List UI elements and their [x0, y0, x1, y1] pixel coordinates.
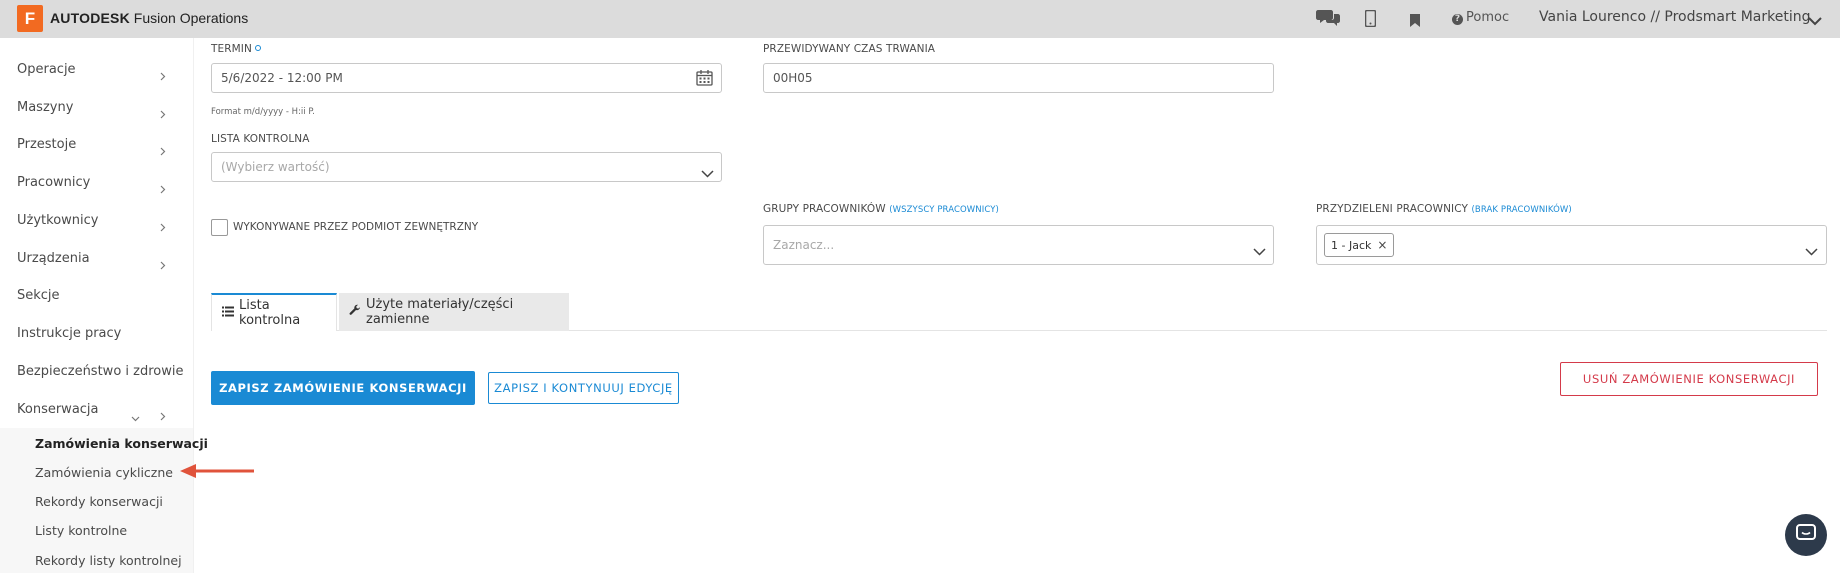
sidebar-subitem-rekordy-konserwacji[interactable]: Rekordy konserwacji [35, 494, 163, 509]
help-link[interactable]: ? Pomoc [1452, 10, 1509, 25]
duration-label: PRZEWIDYWANY CZAS TRWANIA [763, 43, 936, 55]
user-menu[interactable]: Vania Lourenco // Prodsmart Marketing [1539, 9, 1810, 25]
sidebar-item-konserwacja[interactable]: Konserwacja [17, 402, 99, 417]
brand-product: Fusion Operations [133, 10, 249, 26]
chevron-right-icon [160, 406, 166, 425]
chevron-down-icon[interactable] [131, 407, 140, 426]
groups-select[interactable]: Zaznacz... [763, 225, 1274, 265]
duration-input[interactable]: 00H05 [763, 63, 1274, 93]
wrench-icon [349, 304, 366, 320]
chevron-right-icon [160, 104, 166, 123]
sidebar-item-sekcje[interactable]: Sekcje [17, 288, 60, 303]
checklist-select[interactable]: (Wybierz wartość) [211, 152, 722, 182]
info-icon [254, 45, 261, 51]
chip-label: 1 - Jack [1331, 238, 1372, 252]
app-logo[interactable]: F [17, 5, 43, 32]
support-chat-button[interactable] [1785, 514, 1827, 556]
tab-lista-kontrolna[interactable]: Lista kontrolna [211, 293, 337, 331]
mobile-icon[interactable] [1364, 9, 1377, 31]
sidebar-divider [193, 38, 194, 573]
sidebar-item-bezpieczenstwo[interactable]: Bezpieczeństwo i zdrowie [17, 364, 183, 379]
sidebar-subitem-rekordy-listy-kontrolnej[interactable]: Rekordy listy kontrolnej [35, 553, 182, 568]
brand-bold: AUTODESK [50, 10, 130, 26]
top-bar: F AUTODESK Fusion Operations ? Pomoc Vani… [0, 0, 1840, 38]
help-label: Pomoc [1466, 10, 1510, 25]
save-continue-button[interactable]: ZAPISZ I KONTYNUUJ EDYCJĘ [488, 372, 679, 404]
assigned-worker-chip: 1 - Jack × [1324, 233, 1395, 257]
chevron-right-icon [160, 255, 166, 274]
save-order-button[interactable]: ZAPISZ ZAMÓWIENIE KONSERWACJI [211, 371, 475, 405]
groups-all-link[interactable]: (WSZYSCY PRACOWNICY) [889, 205, 999, 215]
sidebar-item-urzadzenia[interactable]: Urządzenia [17, 251, 90, 266]
assigned-label-text: PRZYDZIELENI PRACOWNICY [1316, 203, 1469, 215]
external-checkbox[interactable] [211, 219, 228, 236]
termin-label: TERMIN [211, 43, 261, 55]
sidebar-item-operacje[interactable]: Operacje [17, 62, 76, 77]
assigned-label: PRZYDZIELENI PRACOWNICY (BRAK PRACOWNIKÓ… [1316, 203, 1572, 215]
list-icon [222, 306, 239, 321]
tab-label: Lista kontrolna [239, 298, 301, 328]
chevron-down-icon[interactable] [1808, 11, 1822, 30]
sidebar-item-przestoje[interactable]: Przestoje [17, 137, 76, 152]
annotation-arrow-icon [178, 462, 256, 484]
tab-label: Użyte materiały/części zamienne [366, 297, 514, 327]
termin-input[interactable]: 5/6/2022 - 12:00 PM [211, 63, 722, 93]
chip-remove-icon[interactable]: × [1377, 238, 1387, 252]
groups-label: GRUPY PRACOWNIKÓW (WSZYSCY PRACOWNICY) [763, 203, 999, 215]
sidebar-subitem-listy-kontrolne[interactable]: Listy kontrolne [35, 523, 127, 538]
groups-label-text: GRUPY PRACOWNIKÓW [763, 203, 886, 215]
chat-icon [1796, 524, 1816, 546]
brand-name: AUTODESK Fusion Operations [50, 10, 248, 26]
tab-uzyte-materialy[interactable]: Użyte materiały/części zamienne [339, 293, 569, 331]
chevron-down-icon[interactable] [1253, 241, 1266, 260]
checklist-label: LISTA KONTROLNA [211, 133, 310, 145]
sidebar-subitem-zamowienia-cykliczne[interactable]: Zamówienia cykliczne [35, 465, 173, 480]
termin-format-hint: Format m/d/yyyy - H:ii P. [211, 107, 315, 117]
termin-label-text: TERMIN [211, 43, 252, 55]
sidebar-subitem-zamowienia-konserwacji[interactable]: Zamówienia konserwacji [35, 436, 208, 451]
assigned-none-link[interactable]: (BRAK PRACOWNIKÓW) [1471, 205, 1571, 215]
sidebar-item-pracownicy[interactable]: Pracownicy [17, 175, 90, 190]
delete-order-button[interactable]: USUŃ ZAMÓWIENIE KONSERWACJI [1560, 362, 1818, 396]
chevron-right-icon [160, 179, 166, 198]
question-icon: ? [1452, 14, 1463, 25]
chevron-right-icon [160, 217, 166, 236]
chevron-right-icon [160, 141, 166, 160]
chat-icon[interactable] [1316, 8, 1340, 31]
calendar-icon[interactable] [696, 69, 713, 90]
bookmark-icon[interactable] [1410, 12, 1420, 31]
sidebar-item-instrukcje-pracy[interactable]: Instrukcje pracy [17, 326, 121, 341]
sidebar-item-maszyny[interactable]: Maszyny [17, 100, 73, 115]
chevron-right-icon [160, 66, 166, 85]
chevron-down-icon[interactable] [1805, 241, 1818, 260]
chevron-down-icon[interactable] [701, 163, 714, 182]
sidebar-item-uzytkownicy[interactable]: Użytkownicy [17, 213, 98, 228]
external-checkbox-label: WYKONYWANE PRZEZ PODMIOT ZEWNĘTRZNY [233, 221, 479, 233]
